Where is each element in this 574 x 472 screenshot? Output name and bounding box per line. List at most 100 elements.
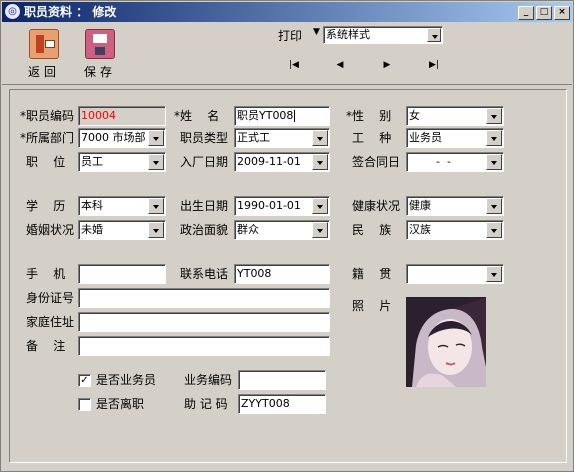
is-left-label: 是否离职 — [96, 397, 145, 411]
text-cursor — [294, 110, 296, 122]
portrait-image — [406, 297, 486, 387]
employee-photo[interactable] — [406, 297, 486, 387]
birth-date-label: 出生日期 — [180, 199, 229, 213]
back-button[interactable]: 返回 — [24, 29, 64, 81]
print-dropdown-icon[interactable]: ▼ — [313, 27, 320, 37]
address-label: 家庭住址 — [26, 315, 75, 329]
phone-label: 联系电话 — [180, 267, 229, 281]
sales-code-label: 业务编码 — [184, 373, 233, 387]
first-record-icon[interactable]: |◀ — [285, 57, 303, 73]
chevron-down-icon[interactable] — [486, 266, 502, 282]
back-icon — [29, 29, 59, 59]
sales-code-field[interactable] — [238, 370, 326, 390]
marital-value: 未婚 — [81, 223, 103, 236]
chevron-down-icon[interactable] — [148, 130, 164, 146]
contract-date-label: 签合同日 — [352, 155, 401, 169]
dept-select[interactable]: 7000 市场部 — [78, 128, 166, 148]
mobile-field[interactable] — [78, 264, 166, 284]
form-panel: *职员编码 10004 *姓 名 职员YT008 *性 别 女 *所属部门 70… — [9, 89, 567, 463]
phone-field[interactable]: YT008 — [234, 264, 330, 284]
ethnic-label: 民 族 — [352, 223, 392, 237]
contract-date-picker[interactable]: - - — [406, 152, 504, 172]
mnemonic-label: 助 记 码 — [184, 397, 228, 411]
name-label: *姓 名 — [174, 109, 220, 123]
job-type-select[interactable]: 业务员 — [406, 128, 504, 148]
chevron-down-icon[interactable] — [148, 198, 164, 214]
chevron-down-icon[interactable] — [312, 130, 328, 146]
name-field[interactable]: 职员YT008 — [234, 106, 330, 126]
close-button[interactable]: × — [554, 6, 570, 20]
chevron-down-icon[interactable] — [486, 222, 502, 238]
native-place-label: 籍 贯 — [352, 267, 392, 281]
prev-record-icon[interactable]: ◀ — [331, 57, 349, 73]
next-record-icon[interactable]: ▶ — [378, 57, 396, 73]
remark-field[interactable] — [78, 336, 330, 356]
chevron-down-icon[interactable] — [486, 130, 502, 146]
emp-code-field[interactable]: 10004 — [78, 106, 166, 126]
print-style-value: 系统样式 — [326, 28, 370, 41]
job-type-label: 工 种 — [352, 131, 392, 145]
position-select[interactable]: 员工 — [78, 152, 166, 172]
emp-type-value: 正式工 — [237, 131, 270, 144]
health-select[interactable]: 健康 — [406, 196, 504, 216]
hire-date-picker[interactable]: 2009-11-01 — [234, 152, 330, 172]
contract-date-value: - - — [429, 155, 451, 168]
chevron-down-icon[interactable] — [312, 222, 328, 238]
emp-code-label: *职员编码 — [20, 109, 75, 123]
photo-label: 照 片 — [352, 299, 392, 313]
chevron-down-icon[interactable] — [312, 198, 328, 214]
save-label: 保存 — [83, 65, 116, 79]
ethnic-value: 汉族 — [409, 223, 431, 236]
political-label: 政治面貌 — [180, 223, 229, 237]
emp-type-select[interactable]: 正式工 — [234, 128, 330, 148]
position-label: 职 位 — [26, 155, 66, 169]
print-label[interactable]: 打印 — [278, 27, 302, 44]
id-number-field[interactable] — [78, 288, 330, 308]
chevron-down-icon[interactable] — [148, 154, 164, 170]
minimize-button[interactable]: _ — [518, 6, 534, 20]
title-bar: ◎ 职员资料 ： 修改 _ □ × — [2, 2, 572, 22]
emp-type-label: 职员类型 — [180, 131, 229, 145]
birth-date-picker[interactable]: 1990-01-01 — [234, 196, 330, 216]
is-sales-label: 是否业务员 — [96, 373, 157, 387]
mnemonic-field[interactable]: ZYYT008 — [238, 394, 326, 414]
id-number-label: 身份证号 — [26, 291, 75, 305]
education-value: 本科 — [81, 199, 103, 212]
marital-select[interactable]: 未婚 — [78, 220, 166, 240]
remark-label: 备 注 — [26, 339, 66, 353]
address-field[interactable] — [78, 312, 330, 332]
ethnic-select[interactable]: 汉族 — [406, 220, 504, 240]
education-select[interactable]: 本科 — [78, 196, 166, 216]
hire-date-label: 入厂日期 — [180, 155, 229, 169]
chevron-down-icon[interactable] — [312, 154, 328, 170]
employee-window: ◎ 职员资料 ： 修改 _ □ × 返回 保存 打印 ▼ 系统样式 |◀ ◀ ▶… — [0, 0, 574, 472]
health-label: 健康状况 — [352, 199, 401, 213]
name-value: 职员YT008 — [237, 109, 294, 122]
is-left-checkbox[interactable] — [78, 398, 91, 411]
political-value: 群众 — [237, 223, 259, 236]
toolbar: 返回 保存 打印 ▼ 系统样式 |◀ ◀ ▶ ▶| — [2, 23, 572, 85]
is-sales-checkbox[interactable]: ✓ — [78, 374, 91, 387]
gender-label: *性 别 — [346, 109, 392, 123]
native-place-select[interactable] — [406, 264, 504, 284]
chevron-down-icon[interactable] — [148, 222, 164, 238]
education-label: 学 历 — [26, 199, 66, 213]
maximize-button[interactable]: □ — [536, 6, 552, 20]
job-type-value: 业务员 — [409, 131, 442, 144]
gender-value: 女 — [409, 109, 420, 122]
last-record-icon[interactable]: ▶| — [425, 57, 443, 73]
position-value: 员工 — [81, 155, 103, 168]
save-icon — [85, 29, 115, 59]
back-label: 返回 — [27, 65, 60, 79]
save-button[interactable]: 保存 — [80, 29, 120, 81]
chevron-down-icon[interactable] — [486, 154, 502, 170]
print-style-select[interactable]: 系统样式 — [323, 26, 443, 44]
birth-date-value: 1990-01-01 — [237, 199, 301, 212]
chevron-down-icon[interactable] — [427, 28, 441, 42]
political-select[interactable]: 群众 — [234, 220, 330, 240]
dept-label: *所属部门 — [20, 131, 75, 145]
chevron-down-icon[interactable] — [486, 198, 502, 214]
gender-select[interactable]: 女 — [406, 106, 504, 126]
chevron-down-icon[interactable] — [486, 108, 502, 124]
mobile-label: 手 机 — [26, 267, 66, 281]
